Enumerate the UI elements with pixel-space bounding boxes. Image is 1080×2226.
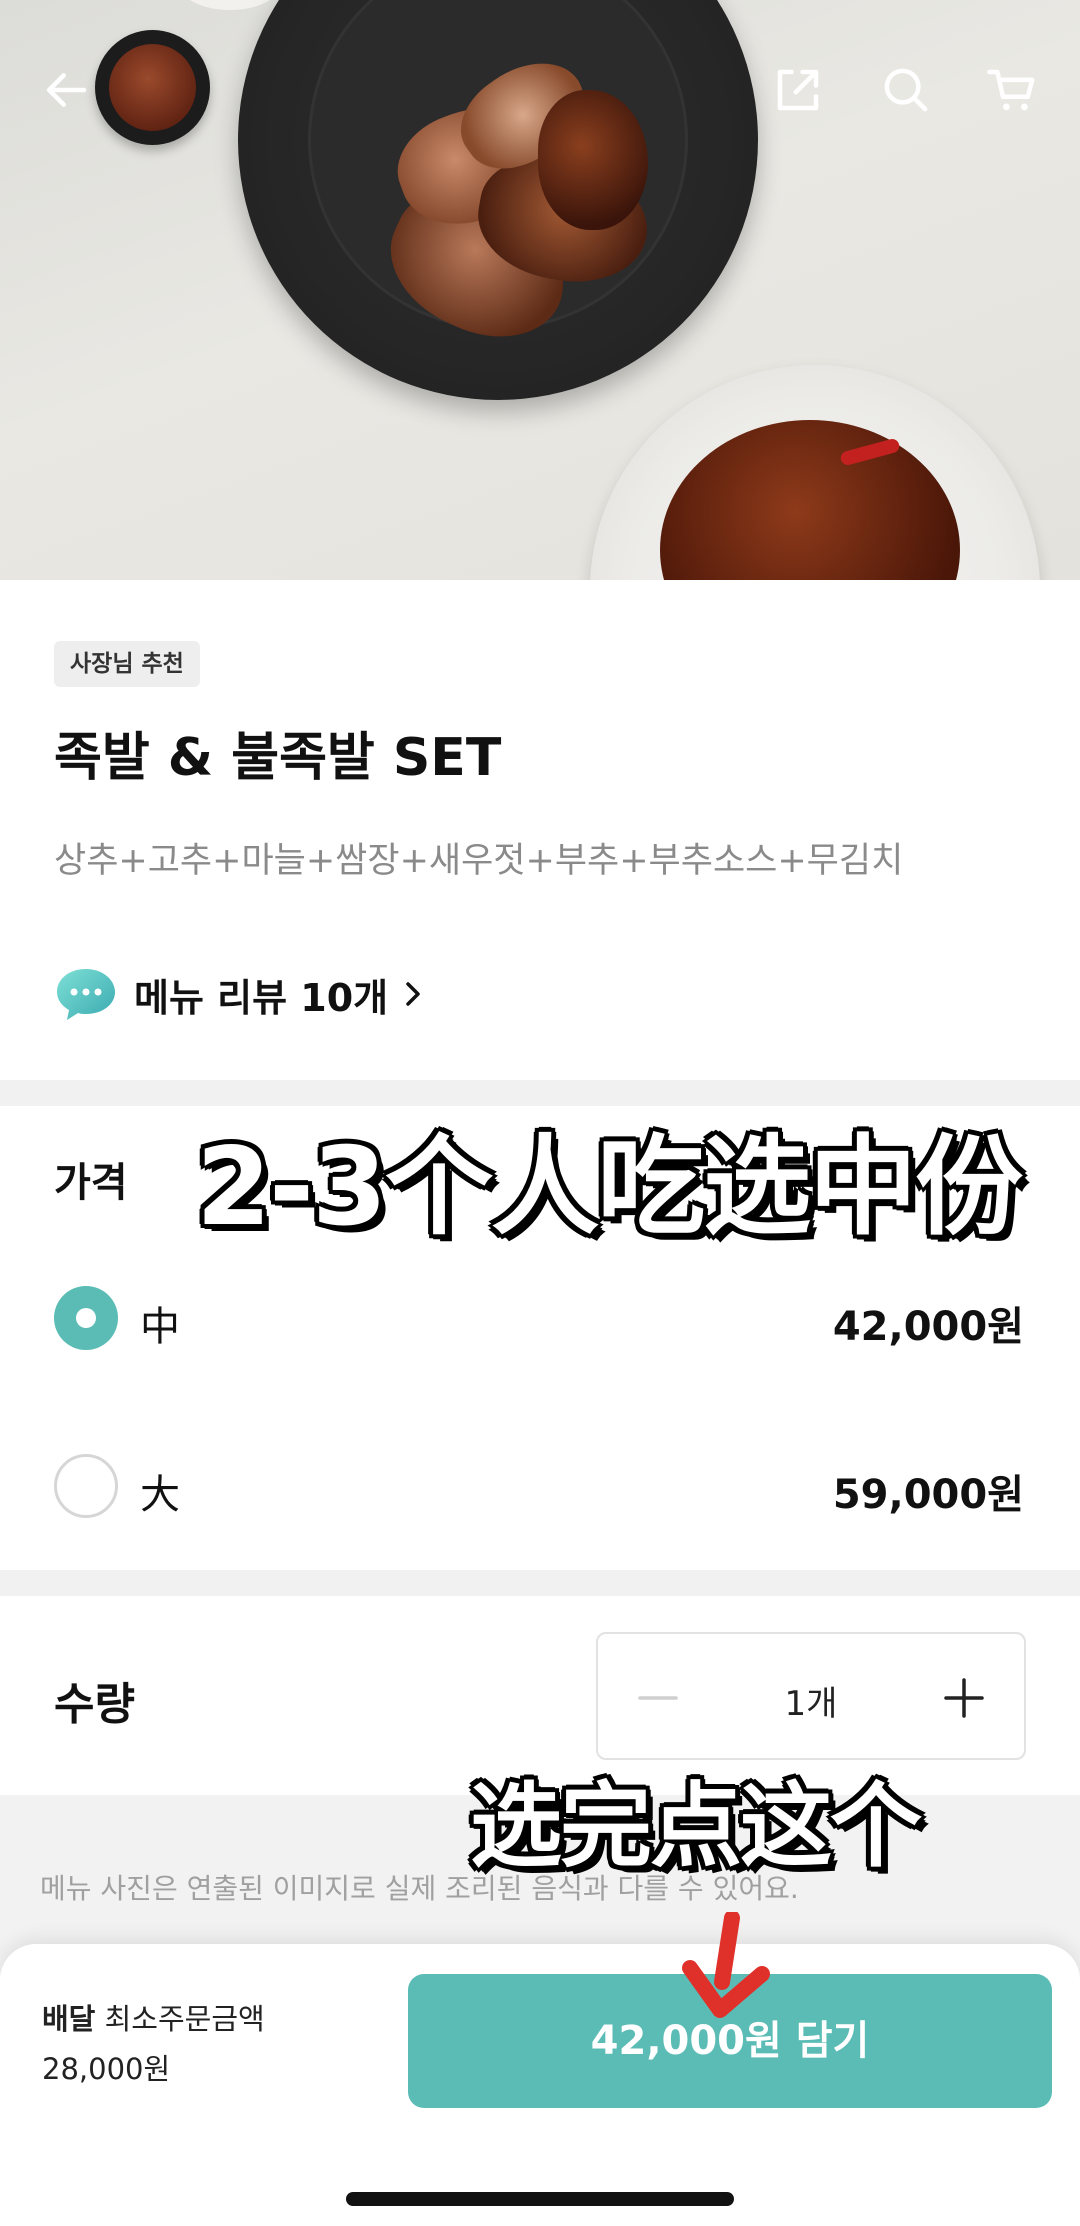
menu-review-label: 메뉴 리뷰 10개 [134, 975, 389, 1020]
price-option-price: 59,000원 [832, 1472, 1024, 1518]
quantity-increase-button[interactable] [924, 1658, 1004, 1738]
overlay-caption-bottom: 选完点这个 [470, 1773, 922, 1880]
menu-description: 상추+고추+마늘+쌈장+새우젓+부추+부추소스+무김치 [54, 841, 904, 881]
side-plate-edge [180, 0, 280, 10]
share-icon [777, 69, 819, 111]
price-option-medium[interactable]: 中 42,000원 [0, 1258, 1080, 1378]
section-divider [0, 1570, 1080, 1596]
menu-info-section: 사장님 추천 족발 & 불족발 SET 상추+고추+마늘+쌈장+새우젓+부추+부… [0, 580, 1080, 1080]
bottom-order-bar: 배달 최소주문금액 28,000원 42,000원 담기 [0, 1944, 1080, 2226]
search-icon [884, 68, 928, 112]
price-section-label: 가격 [54, 1160, 128, 1206]
jokbal-plate [238, 0, 758, 400]
red-arrow-icon [682, 1912, 770, 2018]
cart-button[interactable] [972, 50, 1052, 130]
radio-unselected[interactable] [54, 1454, 118, 1518]
spicy-jokbal-plate [590, 365, 1040, 580]
cart-icon [987, 69, 1035, 111]
menu-title: 족발 & 불족발 SET [54, 728, 502, 788]
speech-bubble-icon [57, 969, 115, 1020]
price-option-price: 42,000원 [832, 1304, 1024, 1350]
menu-hero-image [0, 0, 1080, 580]
back-arrow-icon [46, 73, 87, 107]
delivery-label: 배달 [42, 2002, 96, 2036]
min-order-amount: 28,000원 [42, 2052, 171, 2086]
plus-icon [944, 1678, 984, 1718]
share-button[interactable] [758, 50, 838, 130]
min-order-label: 최소주문금액 [104, 2002, 265, 2036]
quantity-label: 수량 [54, 1679, 135, 1730]
sauce-cup [95, 30, 210, 145]
chevron-right-icon [406, 982, 420, 1006]
home-indicator [346, 2192, 734, 2206]
menu-review-link[interactable]: 메뉴 리뷰 10개 [54, 964, 424, 1024]
radio-selected[interactable] [54, 1286, 118, 1350]
price-option-large[interactable]: 大 59,000원 [0, 1426, 1080, 1546]
price-option-label: 中 [140, 1304, 180, 1350]
price-option-label: 大 [140, 1472, 180, 1518]
overlay-caption-top: 2-3个人吃选中份 [196, 1125, 1023, 1250]
min-order-info: 배달 최소주문금액 [42, 1996, 265, 2038]
owner-recommend-badge: 사장님 추천 [54, 641, 200, 687]
search-button[interactable] [866, 50, 946, 130]
quantity-stepper: 1개 [596, 1632, 1026, 1760]
back-button[interactable] [26, 50, 106, 130]
